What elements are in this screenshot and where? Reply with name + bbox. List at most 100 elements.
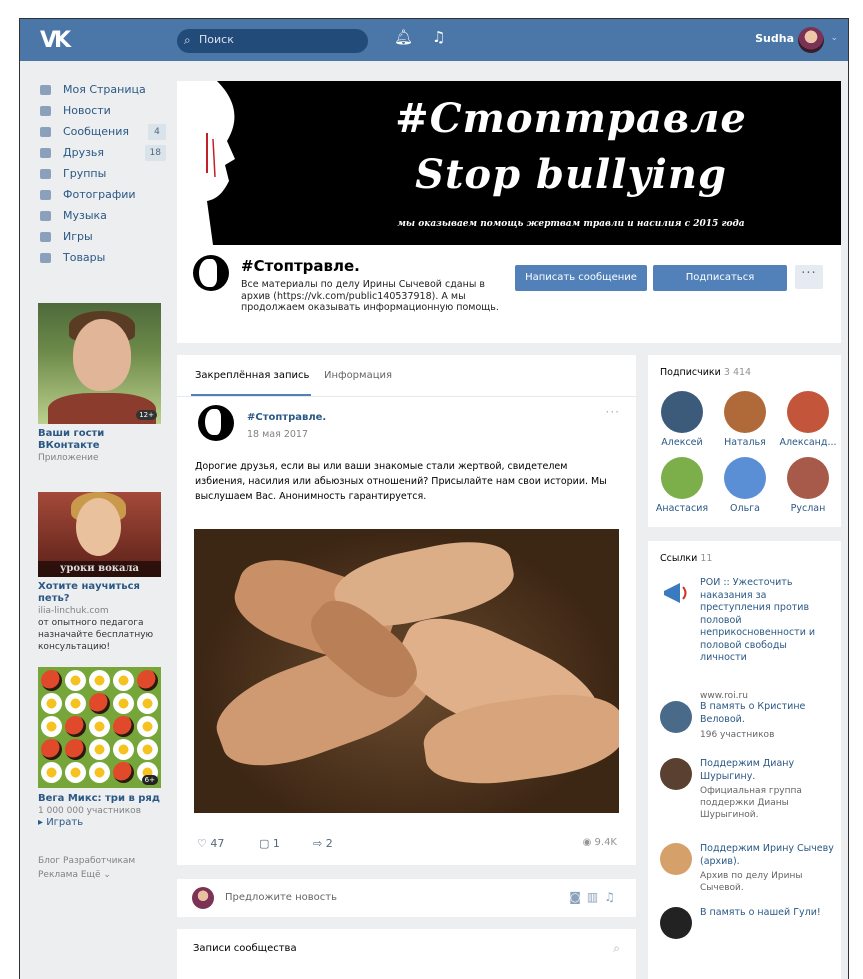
flower-tile (41, 762, 62, 783)
nav-item-label: Игры (63, 230, 93, 243)
community-cover: #Стоптравле Stop bullying мы оказываем п… (177, 81, 841, 245)
ad-title[interactable]: Ваши гости ВКонтакте (38, 428, 166, 452)
user-name[interactable]: Sudha (755, 32, 794, 45)
ad-title[interactable]: Хотите научиться петь? (38, 581, 166, 605)
share-count: 2 (325, 837, 333, 850)
post-author-avatar[interactable] (198, 405, 234, 441)
subscribers-count: 3 414 (723, 367, 752, 378)
subscriber-name: Анастасия (655, 503, 709, 514)
user-avatar (192, 887, 214, 909)
subscriber[interactable]: Наталья (714, 391, 776, 448)
share-button[interactable]: ⇨ 2 (313, 837, 333, 850)
messages-count-badge: 4 (148, 124, 166, 140)
community-header: #Стоптравле. Все материалы по делу Ирины… (177, 245, 841, 343)
news-icon (40, 106, 51, 116)
music-icon (40, 211, 51, 221)
flower-tile (137, 716, 158, 737)
home-icon (40, 85, 51, 95)
suggest-news-box[interactable]: Предложите новость ◙▥♫ (177, 879, 636, 917)
subscriber-name: Алексей (661, 437, 703, 448)
games-icon (40, 232, 51, 242)
camera-icon[interactable]: ◙ (569, 890, 587, 904)
nav-item-goods[interactable]: Товары (38, 247, 166, 268)
ad-image-vocal[interactable]: уроки вокала (38, 492, 161, 577)
like-button[interactable]: ♡ 47 (197, 837, 224, 850)
link-subtitle: 196 участников (700, 730, 775, 740)
wall-feed: Закреплённая запись Информация #Стоптрав… (177, 355, 636, 865)
tab-pinned-post[interactable]: Закреплённая запись (195, 370, 309, 381)
search-input[interactable]: ⌕ Поиск (177, 29, 368, 53)
nav-item-music[interactable]: Музыка (38, 205, 166, 226)
post-author[interactable]: #Стоптравле. (247, 412, 326, 423)
search-icon[interactable]: ⌕ (613, 941, 620, 956)
community-avatar[interactable] (193, 255, 229, 291)
footer-links-1[interactable]: Блог Разработчикам (38, 854, 166, 868)
nav-item-label: Фотографии (63, 188, 136, 201)
play-link[interactable]: ▸ Играть (38, 817, 166, 829)
ad-title[interactable]: Вега Микс: три в ряд (38, 793, 166, 805)
ad-subtitle: Приложение (38, 453, 99, 463)
chevron-down-icon[interactable]: ⌄ (830, 33, 838, 43)
community-posts-box: Записи сообщества ⌕ (177, 929, 636, 979)
comment-button[interactable]: ▢ 1 (259, 837, 280, 850)
nav-item-my-page[interactable]: Моя Страница (38, 79, 166, 100)
post-photo-hands[interactable] (194, 529, 619, 813)
link-avatar (660, 701, 692, 733)
subscriber[interactable]: Александ... (777, 391, 839, 448)
ladybug-tile (65, 739, 86, 760)
suggest-news-input[interactable]: Предложите новость (225, 892, 337, 903)
video-icon[interactable]: ▥ (587, 890, 604, 904)
nav-item-games[interactable]: Игры (38, 226, 166, 247)
views-counter: ◉ 9.4K (583, 837, 617, 848)
write-message-button[interactable]: Написать сообщение (515, 265, 647, 291)
nav-item-friends[interactable]: Друзья 18 (38, 142, 166, 163)
active-tab-indicator (191, 394, 311, 396)
link-subtitle: Архив по делу Ирины Сычевой. (700, 871, 803, 893)
heart-icon: ♡ (197, 837, 211, 850)
footer-links-2[interactable]: Реклама Ещё ⌄ (38, 868, 166, 882)
more-actions-button[interactable]: ··· (795, 265, 823, 289)
subscriber[interactable]: Руслан (777, 457, 839, 514)
subscriber[interactable]: Алексей (651, 391, 713, 448)
nav-item-groups[interactable]: Группы (38, 163, 166, 184)
friends-icon (40, 148, 51, 158)
flower-tile (89, 716, 110, 737)
ladybug-tile (41, 739, 62, 760)
ad-image-game[interactable]: 6+ (38, 667, 161, 788)
left-footer: Блог Разработчикам Реклама Ещё ⌄ (38, 854, 166, 882)
nav-item-news[interactable]: Новости (38, 100, 166, 121)
subscriber-avatar (661, 391, 703, 433)
subscribers-box: Подписчики 3 414 Алексей Наталья Алексан… (648, 355, 841, 527)
tab-information[interactable]: Информация (324, 370, 392, 381)
flower-tile (89, 762, 110, 783)
top-bar: VK ⌕ Поиск 🔔︎ ♫ Sudha ⌄ (20, 19, 848, 61)
subscriber-name: Руслан (790, 503, 826, 514)
subscriber[interactable]: Ольга (714, 457, 776, 514)
vk-logo[interactable]: VK (40, 28, 80, 53)
ladybug-tile (89, 693, 110, 714)
flower-tile (137, 693, 158, 714)
post-date[interactable]: 18 мая 2017 (247, 429, 308, 440)
groups-icon (40, 169, 51, 179)
subscriber-avatar (787, 457, 829, 499)
music-icon[interactable]: ♫ (604, 890, 621, 904)
subscriber-avatar (661, 457, 703, 499)
ladybug-tile (113, 762, 134, 783)
music-icon[interactable]: ♫ (432, 28, 445, 46)
feed-tabs: Закреплённая запись Информация (177, 355, 636, 397)
link-title: РОИ :: Ужесточить наказания за преступле… (700, 577, 816, 663)
ad-text: от опытного педагога назначайте бесплатн… (38, 618, 154, 652)
nav-item-photos[interactable]: Фотографии (38, 184, 166, 205)
links-count: 11 (700, 553, 713, 564)
post-text: Дорогие друзья, если вы или ваши знакомы… (195, 461, 607, 502)
subscribe-button[interactable]: Подписаться (653, 265, 787, 291)
post-more-button[interactable]: ··· (606, 405, 620, 419)
goods-icon (40, 253, 51, 263)
search-icon: ⌕ (184, 33, 191, 47)
ad-image-guests[interactable]: 12+ (38, 303, 161, 424)
nav-item-messages[interactable]: Сообщения 4 (38, 121, 166, 142)
user-avatar[interactable] (798, 27, 824, 53)
flower-tile (65, 670, 86, 691)
bell-icon[interactable]: 🔔︎ (394, 28, 413, 46)
subscriber[interactable]: Анастасия (651, 457, 713, 514)
